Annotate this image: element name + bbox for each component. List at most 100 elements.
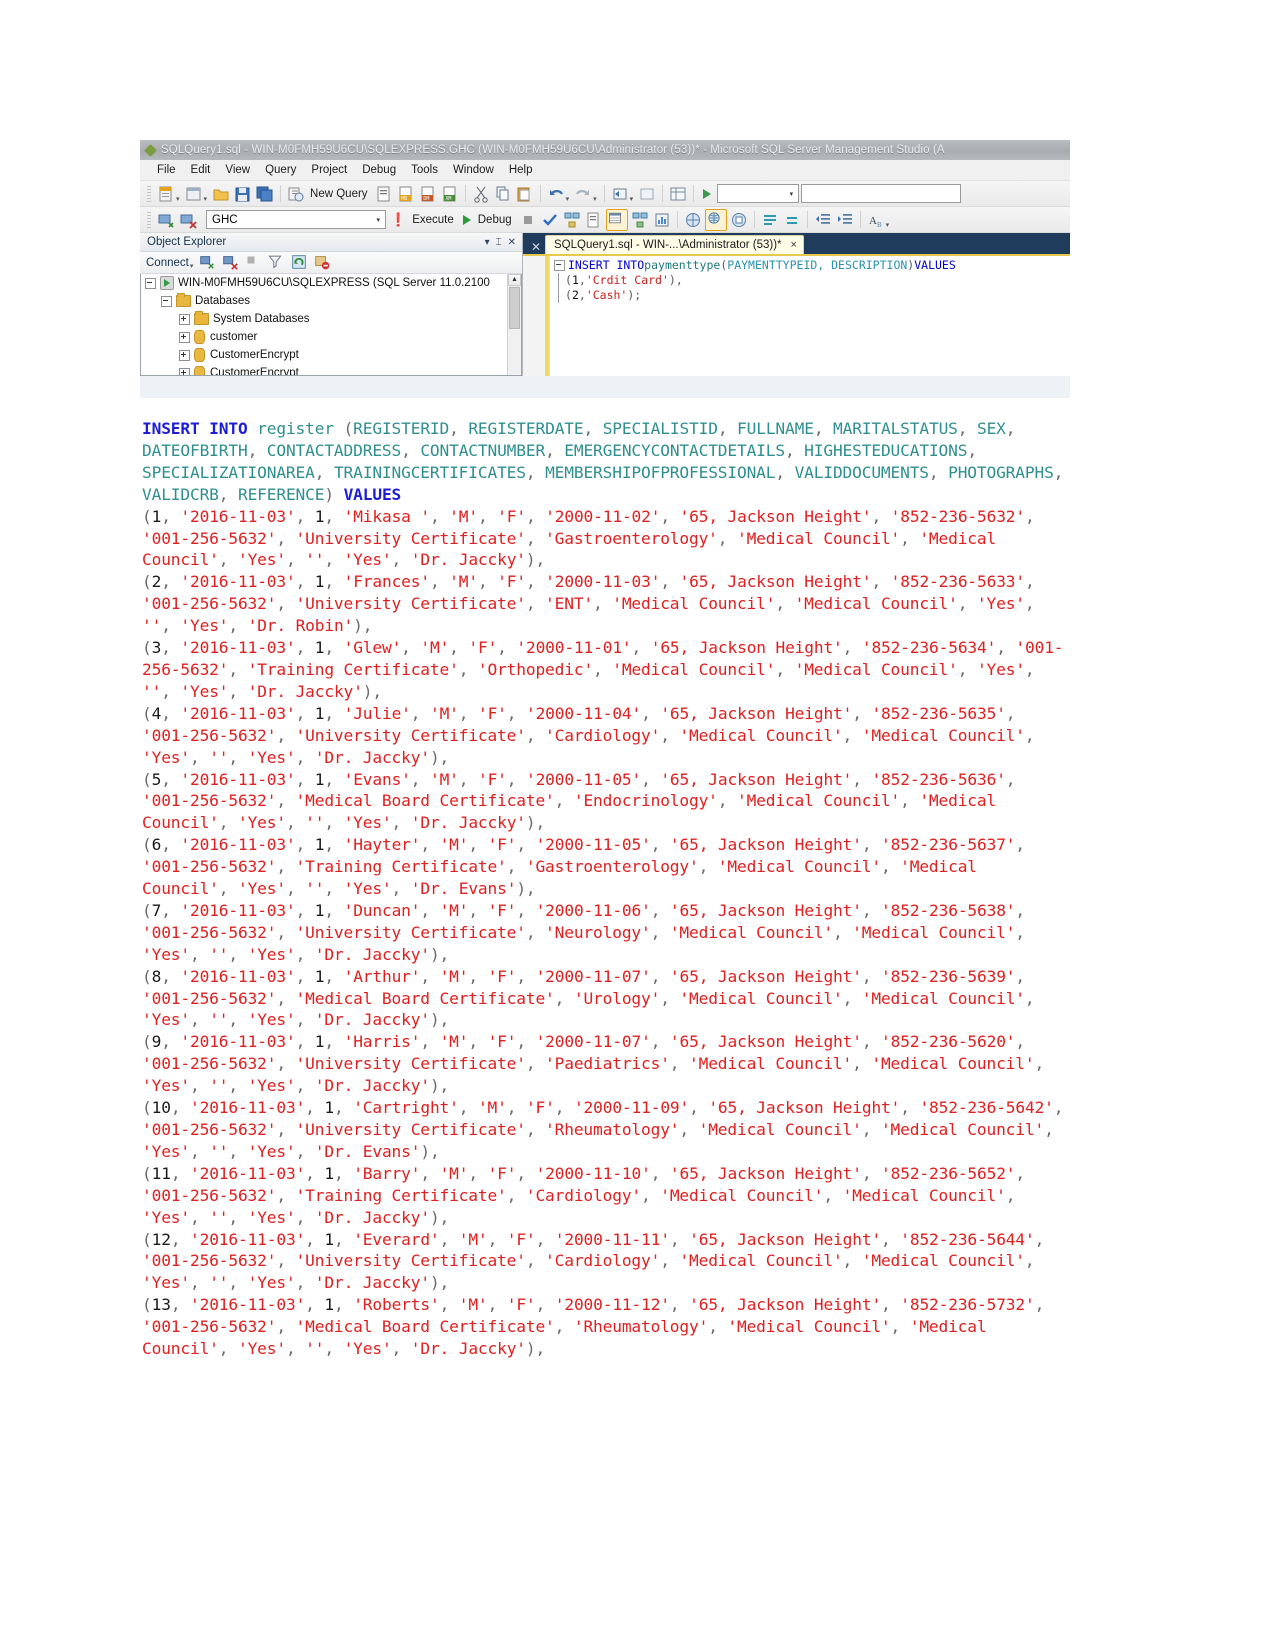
tab-sqlquery1[interactable]: SQLQuery1.sql - WIN-...\Administrator (5…	[545, 235, 804, 254]
undo-chevron-icon[interactable]: ▾	[566, 195, 570, 206]
display-estimated-plan-icon[interactable]	[562, 210, 582, 230]
results-to-file-icon[interactable]	[704, 208, 727, 231]
chevron-down-icon-server[interactable]: ▾	[790, 190, 797, 198]
tree-node-server[interactable]: WIN-M0FMH59U6CU\SQLEXPRESS (SQL Server 1…	[141, 274, 521, 292]
expander-minus-icon[interactable]	[145, 277, 156, 289]
execute-icon[interactable]: ❗	[388, 212, 408, 228]
filter-icon[interactable]	[267, 253, 287, 273]
new-project-icon[interactable]	[184, 184, 204, 204]
results-to-grid-alt-icon[interactable]	[729, 210, 749, 230]
tree-node-customerencrypt-2[interactable]: CustomerEncrypt	[141, 364, 521, 375]
sql-toolbar-grip[interactable]	[147, 211, 151, 228]
new-query-label[interactable]: New Query	[308, 188, 372, 200]
debug-label[interactable]: Debug	[476, 214, 516, 226]
menu-item-tools[interactable]: Tools	[404, 163, 446, 177]
object-explorer-scrollbar[interactable]: ▲	[507, 274, 521, 375]
scrollbar-thumb[interactable]	[509, 287, 520, 329]
save-all-icon[interactable]	[255, 184, 275, 204]
tree-node-customer[interactable]: customer	[141, 328, 521, 346]
save-icon[interactable]	[233, 184, 253, 204]
navigate-forward-icon[interactable]	[637, 184, 657, 204]
menu-item-view[interactable]: View	[218, 163, 258, 177]
connect-label[interactable]: Connect	[146, 257, 189, 269]
tree-node-customerencrypt[interactable]: CustomerEncrypt	[141, 346, 521, 364]
debug-icon[interactable]	[462, 214, 471, 225]
scroll-up-icon[interactable]: ▲	[508, 274, 521, 286]
analysis-services-mdx-query-icon[interactable]: MD	[396, 184, 416, 204]
execute-label[interactable]: Execute	[410, 214, 458, 226]
menu-item-debug[interactable]: Debug	[355, 163, 404, 177]
analysis-services-xmla-query-icon[interactable]: XM	[440, 184, 460, 204]
tree-node-system-databases[interactable]: System Databases	[141, 310, 521, 328]
results-to-grid-icon[interactable]	[605, 208, 628, 231]
redo-chevron-icon[interactable]: ▾	[593, 195, 597, 206]
analysis-services-dmx-query-icon[interactable]: DM	[418, 184, 438, 204]
close-icon[interactable]: ✕	[505, 237, 519, 248]
navigate-backward-icon[interactable]	[610, 184, 630, 204]
panel-close-icon[interactable]: ✕	[527, 240, 545, 254]
redo-icon[interactable]	[573, 184, 593, 204]
uncomment-lines-icon[interactable]	[782, 210, 802, 230]
include-actual-plan-icon[interactable]	[630, 210, 650, 230]
tree-node-label-server: WIN-M0FMH59U6CU\SQLEXPRESS (SQL Server 1…	[178, 277, 490, 289]
paste-icon[interactable]	[515, 184, 535, 204]
menu-item-query[interactable]: Query	[258, 163, 304, 177]
new-query-icon[interactable]	[286, 184, 306, 204]
auto-hide-pin-icon[interactable]: ⌶	[493, 237, 505, 248]
database-engine-query-icon[interactable]	[374, 184, 394, 204]
increase-indent-icon[interactable]	[835, 210, 855, 230]
editor-code[interactable]: INSERT INTO paymenttype (PAYMENTTYPEID, …	[550, 256, 1070, 376]
comment-lines-icon[interactable]	[760, 210, 780, 230]
results-to-text-icon[interactable]	[683, 210, 703, 230]
panel-menu-icon[interactable]: ▾	[482, 237, 493, 248]
menu-item-help[interactable]: Help	[502, 163, 541, 177]
tab-close-icon[interactable]: ×	[791, 239, 797, 251]
extra-combo[interactable]	[801, 184, 962, 203]
expander-plus-icon-customerencrypt-2[interactable]	[179, 367, 190, 375]
expander-plus-icon-customerencrypt[interactable]	[179, 349, 190, 361]
toolbar-grip[interactable]	[147, 185, 151, 202]
server-combo[interactable]: ▾	[717, 184, 800, 203]
collapse-region-icon[interactable]	[554, 260, 565, 271]
chevron-down-icon-2[interactable]: ▾	[204, 195, 208, 206]
code-paren-open: (	[720, 258, 728, 272]
stop-icon[interactable]	[518, 210, 538, 230]
database-combo[interactable]: GHC ▾	[206, 210, 386, 229]
connect-query-icon[interactable]	[156, 210, 176, 230]
parse-check-icon[interactable]	[540, 210, 560, 230]
disconnect-query-icon[interactable]	[178, 210, 198, 230]
menu-item-edit[interactable]: Edit	[184, 163, 219, 177]
chevron-down-icon[interactable]: ▾	[176, 195, 180, 206]
stop-refresh-icon[interactable]	[313, 253, 333, 273]
decrease-indent-icon[interactable]	[813, 210, 833, 230]
show-diagram-pane-icon[interactable]	[668, 184, 688, 204]
undo-icon[interactable]	[546, 184, 566, 204]
refresh-icon[interactable]	[290, 253, 310, 273]
expander-plus-icon-customer[interactable]	[179, 331, 190, 343]
object-explorer-tree[interactable]: WIN-M0FMH59U6CU\SQLEXPRESS (SQL Server 1…	[140, 274, 522, 376]
toolbar-separator-6	[693, 185, 695, 202]
navigate-chevron-icon[interactable]: ▾	[630, 195, 634, 206]
toolbar-overflow-icon[interactable]: ▾	[886, 221, 890, 232]
include-client-statistics-icon[interactable]	[652, 210, 672, 230]
cut-icon[interactable]	[471, 184, 491, 204]
open-folder-icon[interactable]	[211, 184, 231, 204]
database-icon-customerencrypt	[194, 348, 205, 362]
chevron-down-icon-database[interactable]: ▾	[376, 216, 383, 224]
disconnect-object-explorer-icon[interactable]	[221, 253, 241, 273]
expander-minus-icon-databases[interactable]	[161, 295, 172, 307]
stop-action-icon[interactable]	[244, 253, 264, 273]
connect-object-explorer-icon[interactable]	[198, 253, 218, 273]
copy-icon[interactable]	[493, 184, 513, 204]
menu-item-file[interactable]: File	[150, 163, 184, 177]
menu-item-window[interactable]: Window	[446, 163, 502, 177]
connect-chevron-icon[interactable]: ▾	[190, 262, 194, 273]
menu-item-project[interactable]: Project	[304, 163, 355, 177]
new-file-icon[interactable]	[156, 184, 176, 204]
run-icon[interactable]	[703, 188, 712, 199]
expander-plus-icon-system-databases[interactable]	[179, 313, 190, 325]
query-options-icon[interactable]	[584, 210, 604, 230]
editor-body[interactable]: INSERT INTO paymenttype (PAYMENTTYPEID, …	[523, 254, 1070, 376]
tree-node-databases[interactable]: Databases	[141, 292, 521, 310]
font-size-icon[interactable]: AB	[866, 210, 886, 230]
